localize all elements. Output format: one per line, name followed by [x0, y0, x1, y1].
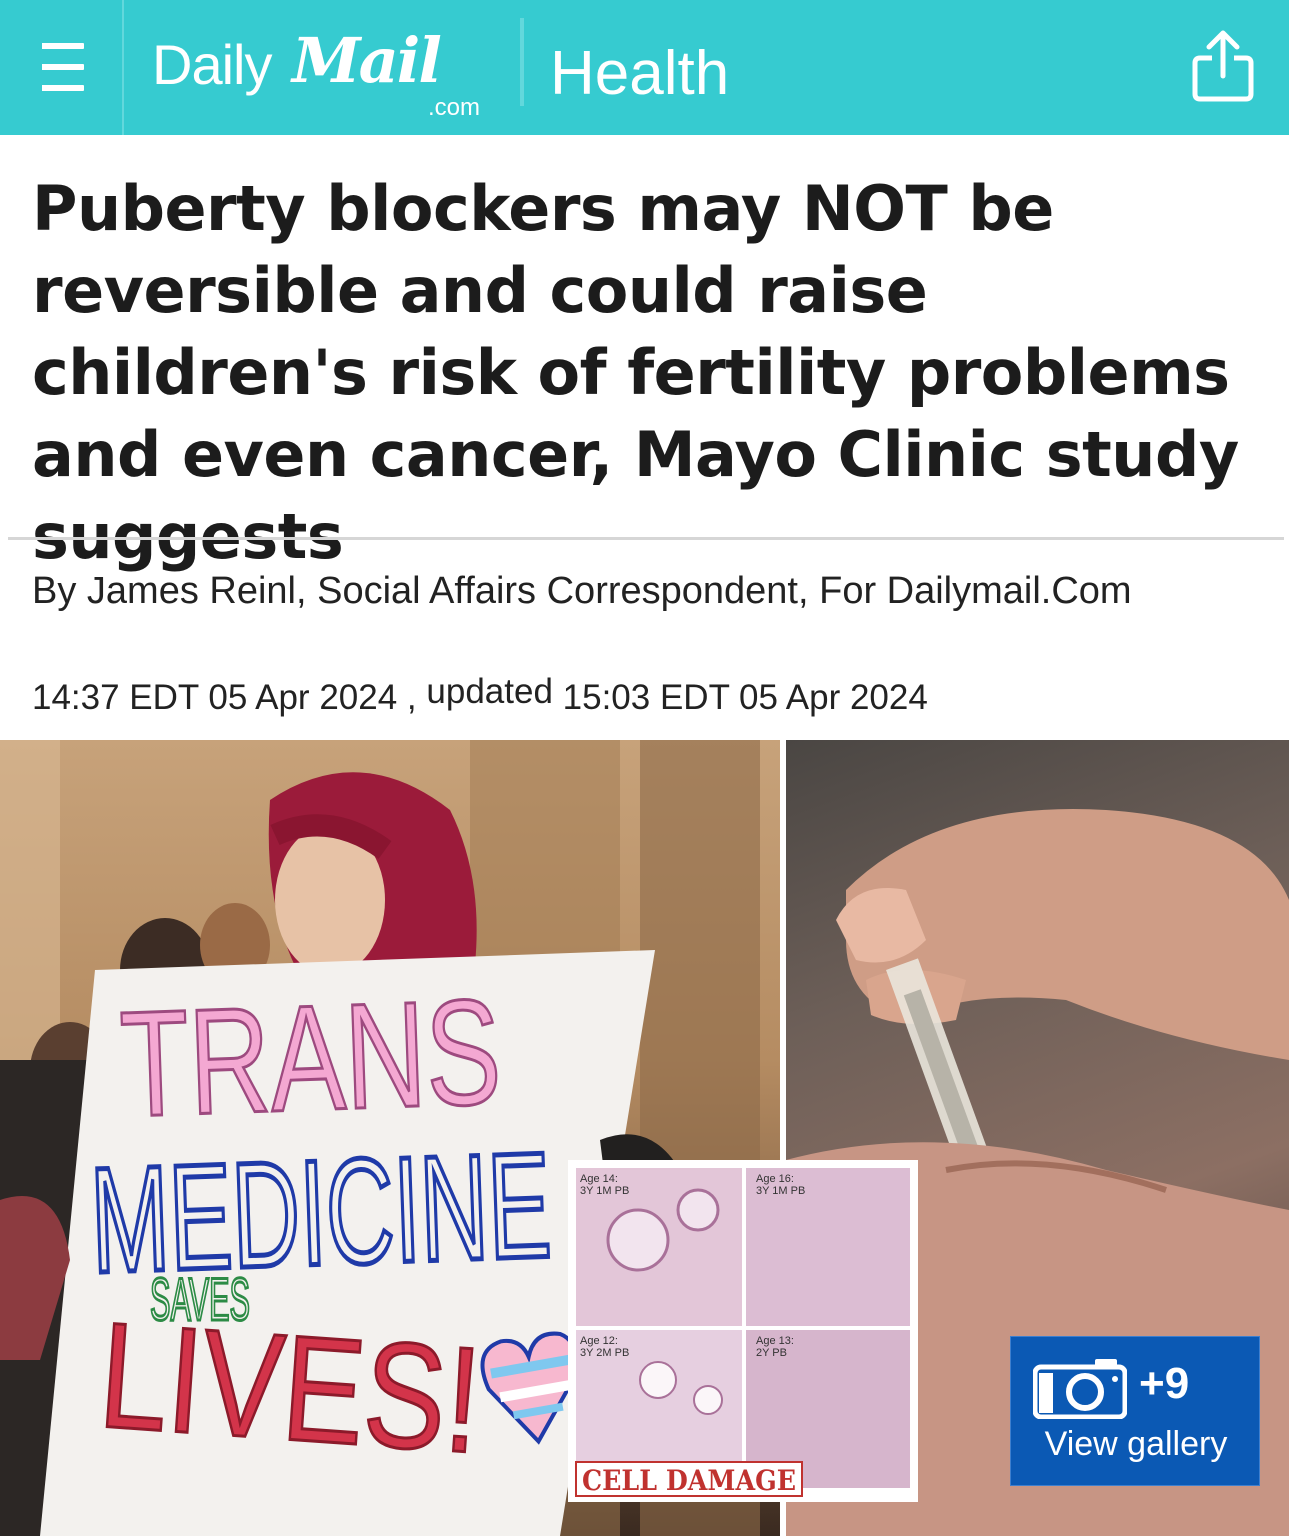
inset-code-3: 3Y 2M PB: [580, 1347, 629, 1359]
article-dateline: 14:37 EDT 05 Apr 2024 , updated 15:03 ED…: [32, 672, 1262, 720]
gallery-label: View gallery: [1044, 1425, 1228, 1463]
menu-gap: [36, 40, 42, 94]
date-separator: ,: [406, 678, 417, 717]
published-time: 14:37 EDT 05 Apr 2024: [32, 678, 398, 717]
view-gallery-button[interactable]: +9 View gallery: [1010, 1336, 1260, 1486]
sign-line-lives: LIVES!: [95, 1290, 486, 1484]
inset-age-3: Age 12:: [580, 1335, 618, 1347]
article-byline[interactable]: By James Reinl, Social Affairs Correspon…: [32, 566, 1262, 617]
logo-daily-text: Daily: [152, 33, 272, 96]
menu-button[interactable]: [0, 0, 124, 135]
logo-mail-text: Mail: [292, 24, 442, 97]
inset-code-1: 3Y 1M PB: [580, 1185, 629, 1197]
menu-bar: [36, 85, 84, 91]
share-button[interactable]: [1188, 28, 1258, 104]
updated-label: updated: [426, 672, 553, 711]
headline-divider: [8, 537, 1284, 540]
cell-damage-label: CELL DAMAGE: [582, 1464, 796, 1497]
gallery-count: +9: [1139, 1359, 1190, 1408]
cell-damage-inset: Age 14: 3Y 1M PB Age 16: 3Y 1M PB Age 12…: [568, 1160, 918, 1502]
section-title[interactable]: Health: [550, 38, 729, 109]
inset-age-2: Age 16:: [756, 1173, 794, 1185]
inset-code-2: 3Y 1M PB: [756, 1185, 805, 1197]
updated-time: 15:03 EDT 05 Apr 2024: [562, 678, 928, 717]
header-divider: [520, 18, 524, 106]
inset-age-1: Age 14:: [580, 1173, 618, 1185]
site-header: Daily Mail .com Health: [0, 0, 1289, 135]
inset-age-4: Age 13:: [756, 1335, 794, 1347]
inset-code-4: 2Y PB: [756, 1347, 787, 1359]
logo-com-text: .com: [428, 94, 481, 121]
article-headline: Puberty blockers may NOT be reversible a…: [32, 172, 1239, 573]
article-hero-image[interactable]: TRANS MEDICINE SAVES LIVES! Age 14: 3Y 1…: [0, 740, 1289, 1536]
share-icon: [1192, 30, 1254, 102]
menu-bar: [36, 64, 84, 70]
sign-line-trans: TRANS: [118, 967, 504, 1148]
dailymail-logo[interactable]: Daily Mail .com: [152, 22, 492, 122]
menu-bar: [36, 43, 84, 49]
camera-icon: [1033, 1359, 1127, 1419]
